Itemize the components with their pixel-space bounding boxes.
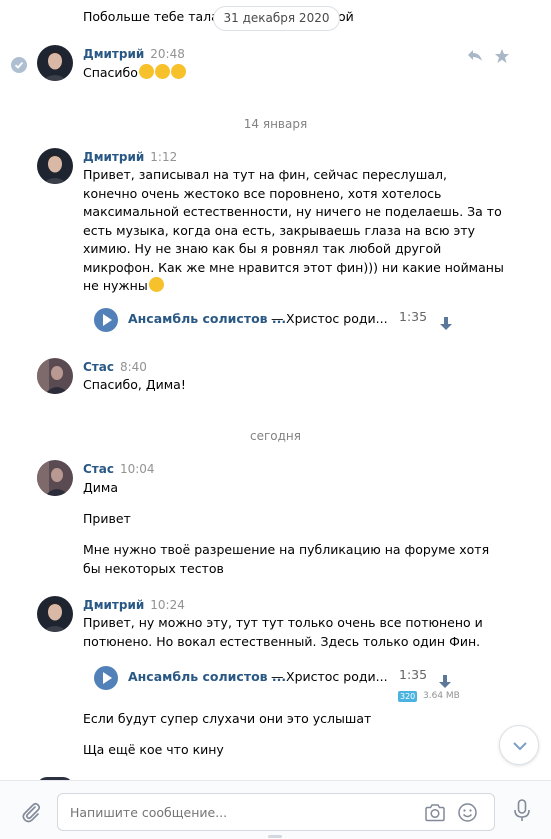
message-body: Привет, записывал на тут на фин, сейчас …	[83, 166, 523, 296]
message-time[interactable]: 10:24	[150, 598, 185, 612]
message-line: химию. Ну не знаю как бы я ровнял так лю…	[83, 241, 442, 256]
attach-icon[interactable]	[20, 801, 42, 827]
message-time[interactable]: 10:04	[120, 462, 155, 476]
message-text: Спасибо	[83, 65, 138, 80]
message-author[interactable]: Дмитрий	[83, 598, 144, 612]
message-input-field[interactable]	[70, 794, 410, 830]
audio-title[interactable]: Христос роди...	[286, 311, 388, 326]
message-line: микрофон. Как же мне нравится этот фин))…	[83, 259, 504, 275]
message-text: Дима	[83, 480, 118, 495]
message-line: Привет, ну можно эту, тут тут только оче…	[83, 615, 483, 630]
date-separator: 14 января	[243, 117, 308, 131]
reply-icon[interactable]	[467, 49, 483, 67]
message-author[interactable]: Стас	[83, 360, 114, 374]
audio-dash: —	[271, 669, 284, 684]
audio-attachment: Ансамбль солистов ... — Христос роди... …	[94, 306, 454, 334]
previous-message-tail: ой	[338, 9, 354, 24]
message-body: Привет, ну можно эту, тут тут только оче…	[83, 614, 523, 651]
laughing-emoji-icon	[154, 64, 170, 79]
avatar-stas[interactable]	[37, 358, 73, 394]
message-line: не нужны	[83, 278, 148, 293]
composer-bar	[0, 780, 551, 839]
message-time[interactable]: 1:12	[150, 150, 177, 164]
date-pill: 31 декабря 2020	[213, 6, 340, 31]
resize-handle[interactable]	[268, 835, 282, 838]
message-author[interactable]: Дмитрий	[83, 150, 144, 164]
avatar-dmitry[interactable]	[37, 45, 73, 81]
emoji-icon[interactable]	[457, 802, 478, 827]
avatar-dmitry[interactable]	[37, 596, 73, 632]
audio-title[interactable]: Христос роди...	[286, 669, 388, 684]
read-check-icon	[11, 57, 27, 73]
message-text: Если будут супер слухачи они это услышат	[83, 711, 372, 726]
message-time[interactable]: 20:48	[150, 47, 185, 61]
message-line: потюнено. Но вокал естественный. Здесь т…	[83, 633, 481, 649]
message-body: Мне нужно твоё разрешение на публикацию …	[83, 541, 523, 578]
file-size: 3.64 MB	[423, 691, 460, 701]
bitrate-badge: 320	[398, 691, 418, 702]
camera-icon[interactable]	[424, 803, 446, 827]
message-line: есть музыка, когда она есть, закрываешь …	[83, 222, 476, 238]
message-author[interactable]: Дмитрий	[83, 47, 144, 61]
avatar-dmitry[interactable]	[37, 148, 73, 184]
audio-artist[interactable]: Ансамбль солистов ...	[128, 669, 286, 684]
message-time[interactable]: 8:40	[120, 360, 147, 374]
audio-artist[interactable]: Ансамбль солистов ...	[128, 311, 286, 326]
laughing-emoji-icon	[170, 64, 186, 79]
audio-duration: 1:35	[399, 309, 428, 324]
avatar-stas[interactable]	[37, 460, 73, 496]
audio-duration: 1:35	[399, 667, 428, 682]
laughing-emoji-icon	[148, 277, 164, 292]
message-line: Привет, записывал на тут на фин, сейчас …	[83, 167, 447, 182]
message-author[interactable]: Стас	[83, 462, 114, 476]
message-line: максимальной естественности, ну ничего н…	[83, 204, 502, 219]
laughing-emoji-icon	[138, 64, 154, 79]
message-line: конечно очень жестоко все поровнено, хот…	[83, 185, 442, 201]
download-icon[interactable]	[439, 316, 453, 336]
message-input[interactable]	[57, 793, 495, 831]
scroll-down-button[interactable]	[499, 725, 539, 765]
message-line: Мне нужно твоё разрешение на публикацию …	[83, 542, 490, 557]
audio-dash: —	[271, 311, 284, 326]
play-button[interactable]	[94, 666, 118, 690]
message-text: Спасибо, Дима!	[83, 377, 186, 392]
date-separator: сегодня	[250, 429, 301, 443]
message-text: Ща ещё кое что кину	[83, 742, 224, 757]
message-text: Привет	[83, 511, 131, 526]
play-button[interactable]	[94, 308, 118, 332]
audio-attachment: Ансамбль солистов ... — Христос роди... …	[94, 664, 474, 704]
microphone-icon[interactable]	[513, 799, 531, 827]
message-line: бы некоторых тестов	[83, 560, 224, 576]
chevron-down-icon	[513, 742, 527, 751]
favorite-star-icon[interactable]	[494, 48, 510, 68]
